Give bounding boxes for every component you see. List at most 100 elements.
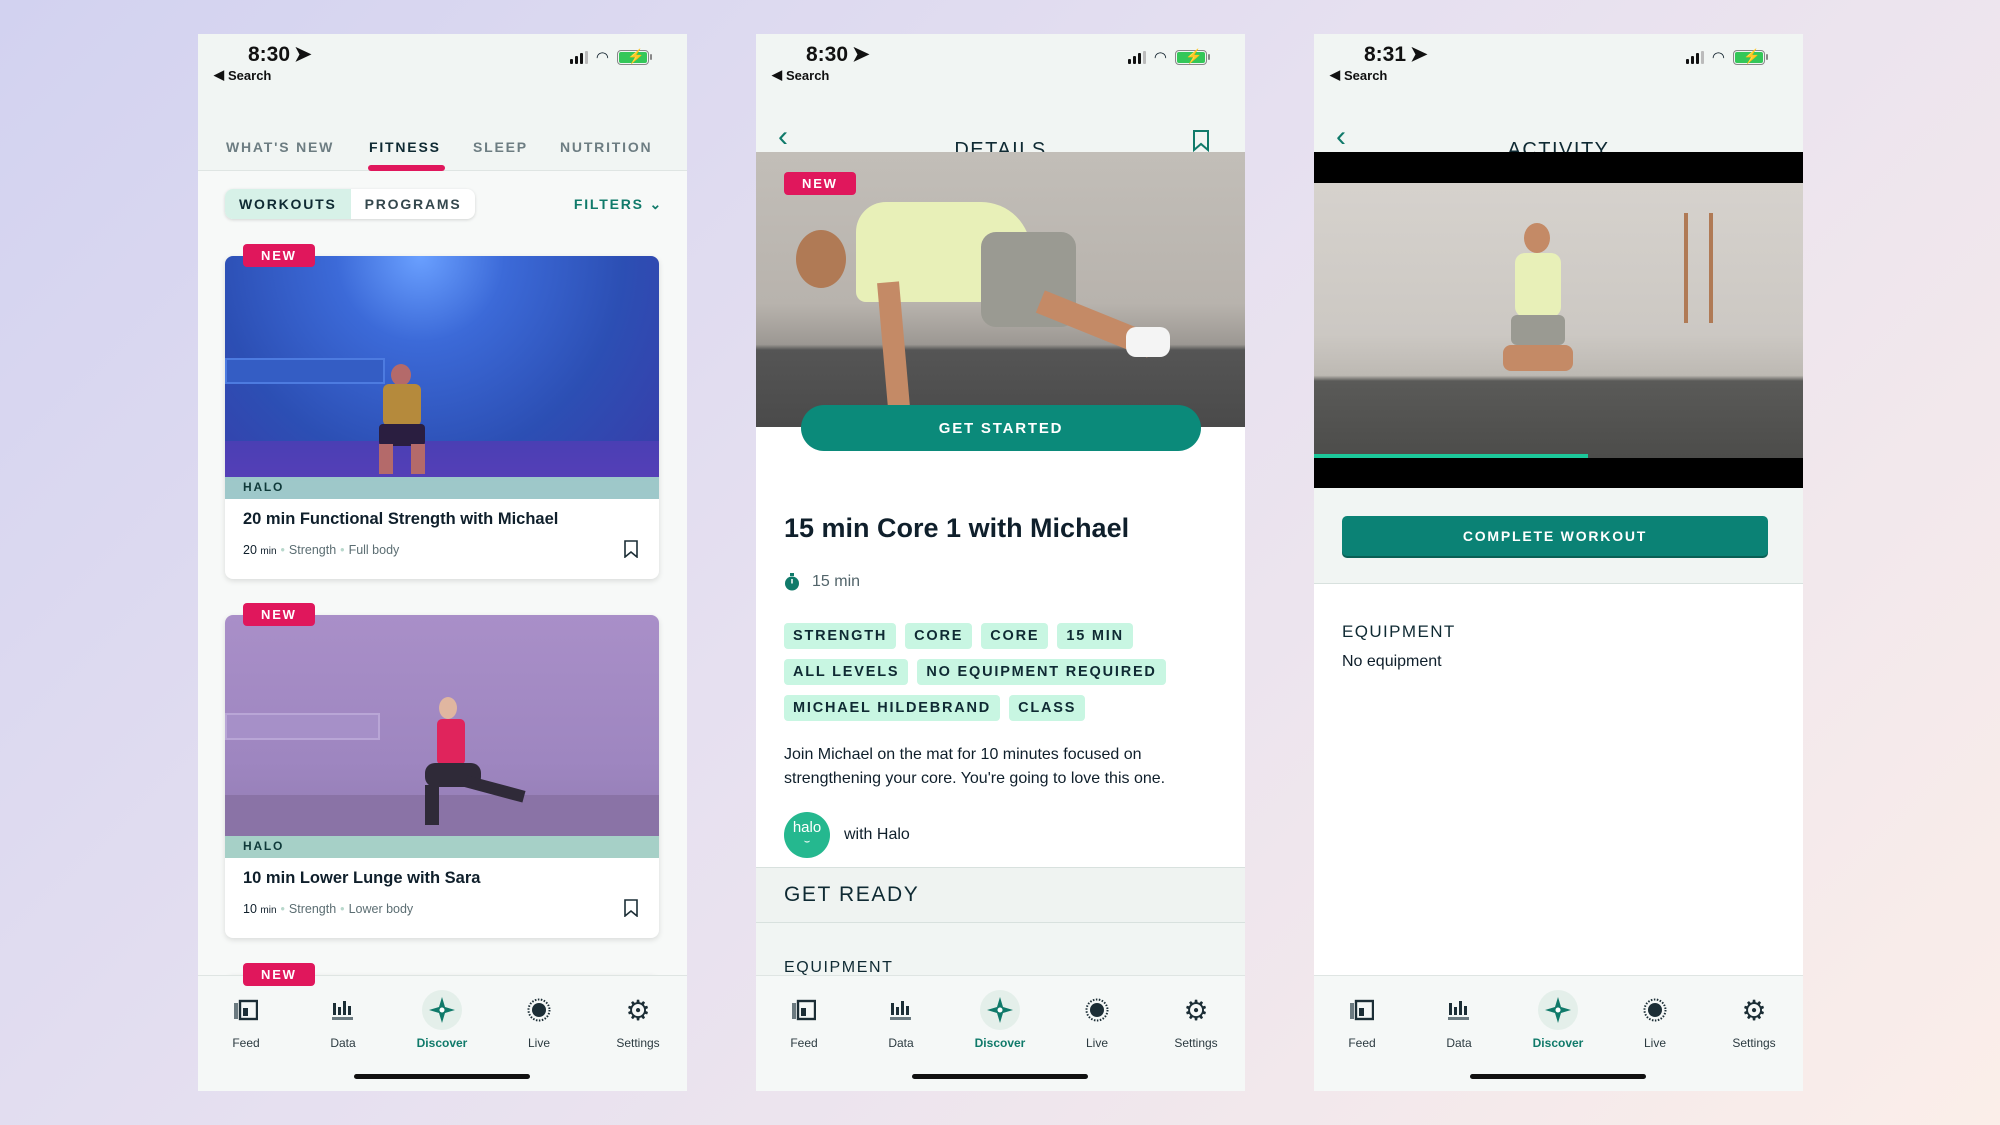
bottom-nav: Feed Data Discover Live ⚙ Settings (756, 975, 1245, 1091)
nav-data[interactable]: Data (1419, 990, 1499, 1050)
back-triangle-icon: ◀ (772, 67, 782, 82)
nav-discover[interactable]: Discover (402, 990, 482, 1050)
location-arrow-icon: ➤ (852, 43, 870, 66)
tag: NO EQUIPMENT REQUIRED (917, 659, 1166, 685)
nav-discover[interactable]: Discover (960, 990, 1040, 1050)
activity-details: EQUIPMENT No equipment (1314, 583, 1803, 975)
nav-data[interactable]: Data (861, 990, 941, 1050)
nav-settings[interactable]: ⚙ Settings (598, 990, 678, 1051)
wifi-icon: ◠ (1153, 49, 1167, 66)
live-icon (1077, 990, 1117, 1030)
tag-list: STRENGTH CORE CORE 15 MIN ALL LEVELS NO … (784, 623, 1224, 721)
back-to-search-link[interactable]: ◀ Search (214, 67, 271, 83)
nav-feed[interactable]: Feed (764, 990, 844, 1050)
tag: CORE (981, 623, 1049, 649)
tag: 15 MIN (1057, 623, 1133, 649)
instructor-figure (796, 202, 1176, 427)
live-icon (519, 990, 559, 1030)
nav-settings[interactable]: ⚙ Settings (1156, 990, 1236, 1051)
workout-card[interactable]: NEW HALO 10 min Lower Lunge with Sara 10… (225, 603, 659, 938)
nav-live[interactable]: Live (1615, 990, 1695, 1050)
live-icon (1635, 990, 1675, 1030)
data-icon (323, 990, 363, 1030)
feed-icon (226, 990, 266, 1030)
segment-programs[interactable]: PROGRAMS (351, 189, 476, 219)
back-to-search-link[interactable]: ◀ Search (1330, 67, 1387, 83)
tag: STRENGTH (784, 623, 897, 649)
home-indicator (354, 1074, 530, 1079)
workout-description: Join Michael on the mat for 10 minutes f… (784, 746, 1166, 787)
status-bar: 8:30 ➤ ◀ Search ◠ ⚡ (198, 34, 687, 104)
clock: 8:30 (248, 42, 291, 66)
workout-meta: 20 min • Strength • Full body (243, 543, 400, 557)
provider-label: HALO (225, 477, 659, 499)
nav-data[interactable]: Data (303, 990, 383, 1050)
segment-workouts[interactable]: WORKOUTS (225, 189, 351, 219)
wifi-icon: ◠ (595, 49, 609, 66)
cellular-signal-icon (1685, 50, 1704, 64)
video-progress-fill (1314, 454, 1588, 458)
video-progress-bar[interactable] (1314, 454, 1803, 458)
complete-workout-button[interactable]: COMPLETE WORKOUT (1342, 516, 1768, 556)
nav-settings[interactable]: ⚙ Settings (1714, 990, 1794, 1051)
instructor-figure (373, 364, 431, 474)
tag: CORE (905, 623, 973, 649)
nav-live[interactable]: Live (499, 990, 579, 1050)
bookmark-icon[interactable] (623, 540, 639, 558)
settings-icon: ⚙ (1183, 994, 1209, 1026)
bottom-nav: Feed Data Discover Live ⚙ Settings (1314, 975, 1803, 1091)
tab-fitness[interactable]: FITNESS (369, 139, 441, 155)
home-indicator (912, 1074, 1088, 1079)
instructor-figure (1499, 223, 1579, 393)
phone-fitness-screen: 8:30 ➤ ◀ Search ◠ ⚡ WHAT'S NEW FITNESS SLE… (198, 34, 687, 1091)
chevron-down-icon: ⌄ (649, 196, 663, 212)
workout-duration: 15 min (784, 573, 860, 591)
back-triangle-icon: ◀ (1330, 67, 1340, 82)
workout-meta: 10 min • Strength • Lower body (243, 902, 414, 916)
workout-thumbnail: HALO (225, 615, 659, 858)
workout-list: WORKOUTS PROGRAMS FILTERS ⌄ NEW HALO 20 … (198, 171, 687, 1055)
clock: 8:31 (1364, 42, 1407, 66)
category-tabs: WHAT'S NEW FITNESS SLEEP NUTRITION (198, 104, 687, 171)
workout-card[interactable]: NEW HALO 20 min Functional Strength with… (225, 244, 659, 579)
nav-feed[interactable]: Feed (206, 990, 286, 1050)
get-started-button[interactable]: GET STARTED (801, 405, 1201, 451)
nav-discover[interactable]: Discover (1518, 990, 1598, 1050)
new-badge: NEW (243, 963, 315, 986)
settings-icon: ⚙ (625, 994, 651, 1026)
bookmark-icon[interactable] (623, 899, 639, 917)
feed-icon (784, 990, 824, 1030)
workout-title: 15 min Core 1 with Michael (784, 513, 1130, 543)
equipment-heading: EQUIPMENT (1342, 622, 1456, 641)
wifi-icon: ◠ (1711, 49, 1725, 66)
nav-feed[interactable]: Feed (1322, 990, 1402, 1050)
back-triangle-icon: ◀ (214, 67, 224, 82)
back-to-search-link[interactable]: ◀ Search (772, 67, 829, 83)
battery-charging-icon: ⚡ (1733, 48, 1768, 65)
tab-whats-new[interactable]: WHAT'S NEW (226, 139, 334, 155)
data-icon (881, 990, 921, 1030)
battery-charging-icon: ⚡ (617, 48, 652, 65)
settings-icon: ⚙ (1741, 994, 1767, 1026)
tab-sleep[interactable]: SLEEP (473, 139, 528, 155)
discover-icon (980, 990, 1020, 1030)
workout-hero-image: NEW (756, 152, 1245, 427)
nav-live[interactable]: Live (1057, 990, 1137, 1050)
phone-activity-screen: 8:31 ➤ ◀ Search ◠ ⚡ ‹ ACTIVITY COMPLETE WO… (1314, 34, 1803, 1091)
video-frame (1314, 183, 1803, 458)
tab-nutrition[interactable]: NUTRITION (560, 139, 652, 155)
bottom-nav: Feed Data Discover Live ⚙ Settings (198, 975, 687, 1091)
tag: ALL LEVELS (784, 659, 909, 685)
tag: MICHAEL HILDEBRAND (784, 695, 1001, 721)
workout-title: 20 min Functional Strength with Michael (243, 510, 559, 528)
workouts-programs-toggle: WORKOUTS PROGRAMS (225, 189, 476, 219)
location-arrow-icon: ➤ (294, 43, 312, 66)
filters-button[interactable]: FILTERS ⌄ (574, 196, 663, 213)
feed-icon (1342, 990, 1382, 1030)
video-player[interactable] (1314, 152, 1803, 488)
section-header-get-ready: GET READY (756, 867, 1245, 923)
home-indicator (1470, 1074, 1646, 1079)
tag: CLASS (1009, 695, 1086, 721)
clock: 8:30 (806, 42, 849, 66)
phone-details-screen: 8:30➤ ◀Search ◠ ⚡ ‹ DETAILS Save NEW GET… (756, 34, 1245, 1091)
